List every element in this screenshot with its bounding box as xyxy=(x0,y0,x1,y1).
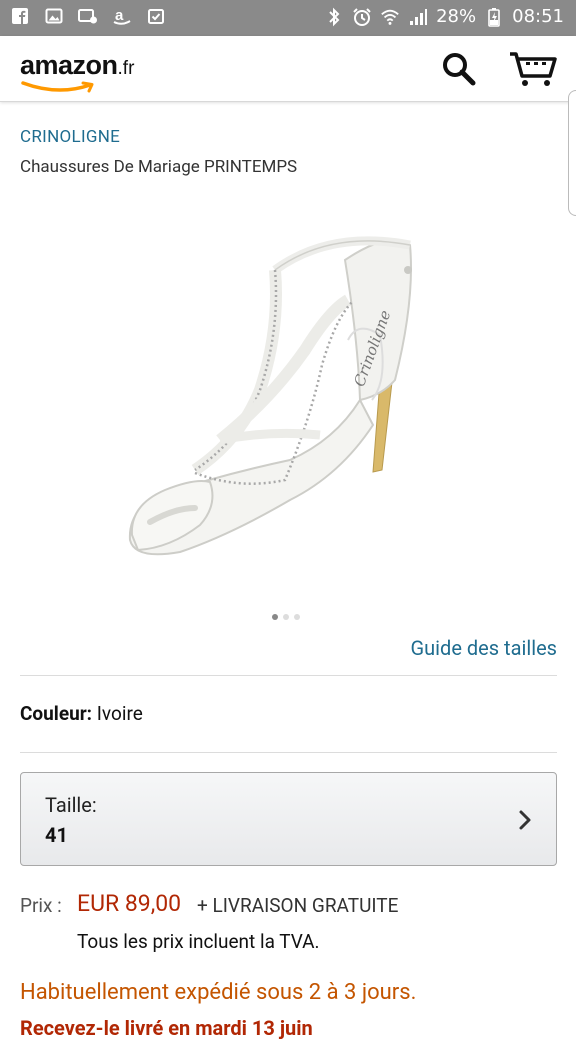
logo-text: amazon xyxy=(20,50,118,80)
vat-note: Tous les prix incluent la TVA. xyxy=(77,930,320,953)
app-header: amazon.fr xyxy=(0,36,576,102)
price-value: EUR 89,00 xyxy=(77,890,182,917)
size-label: Taille: xyxy=(45,793,97,817)
battery-charging-icon xyxy=(484,7,504,27)
status-bar-system: 28% 08:51 xyxy=(324,6,564,27)
search-button[interactable] xyxy=(440,50,478,88)
gallery-icon xyxy=(44,6,64,26)
free-shipping-label: + LIVRAISON GRATUITE xyxy=(197,894,399,917)
brand-link[interactable]: CRINOLIGNE xyxy=(20,127,120,147)
color-value: Ivoire xyxy=(96,702,143,725)
clock: 08:51 xyxy=(512,6,564,27)
color-label: Couleur: xyxy=(20,702,93,725)
product-image[interactable]: Crinoligne xyxy=(90,190,490,590)
color-row: Couleur: Ivoire xyxy=(20,702,143,725)
signal-icon xyxy=(408,7,428,27)
carousel-dot[interactable] xyxy=(294,614,300,620)
clipboard-check-icon xyxy=(146,6,166,26)
status-bar-notifications: a xyxy=(10,6,166,26)
image-carousel-dots[interactable] xyxy=(272,614,300,620)
wifi-icon xyxy=(380,7,400,27)
photo-notification-icon xyxy=(78,6,98,26)
bluetooth-icon xyxy=(324,7,344,27)
alarm-icon xyxy=(352,7,372,27)
amazon-app-icon: a xyxy=(112,6,132,26)
cart-icon xyxy=(510,52,557,86)
carousel-dot[interactable] xyxy=(272,614,278,620)
carousel-dot[interactable] xyxy=(283,614,289,620)
product-title: Chaussures De Mariage PRINTEMPS xyxy=(20,157,298,177)
amazon-logo[interactable]: amazon.fr xyxy=(20,50,134,81)
logo-tld: .fr xyxy=(117,58,135,79)
size-guide-link[interactable]: Guide des tailles xyxy=(411,636,557,660)
status-bar: a 28% 08:51 xyxy=(0,0,576,36)
facebook-icon xyxy=(10,6,30,26)
availability-text: Habituellement expédié sous 2 à 3 jours. xyxy=(20,980,417,1005)
sandal-image: Crinoligne xyxy=(90,190,490,590)
cart-button[interactable] xyxy=(508,48,558,88)
delivery-estimate: Recevez-le livré en mardi 13 juin xyxy=(20,1016,313,1040)
side-panel-handle[interactable] xyxy=(568,90,576,216)
battery-percent: 28% xyxy=(436,6,477,27)
price-label: Prix : xyxy=(20,894,62,917)
svg-text:a: a xyxy=(115,7,124,24)
divider xyxy=(20,675,557,676)
search-icon xyxy=(443,53,476,86)
size-selector[interactable]: Taille: 41 xyxy=(20,772,557,866)
chevron-right-icon xyxy=(519,810,531,830)
logo-smile-icon xyxy=(21,81,94,93)
divider xyxy=(20,752,557,753)
size-value: 41 xyxy=(45,823,68,847)
